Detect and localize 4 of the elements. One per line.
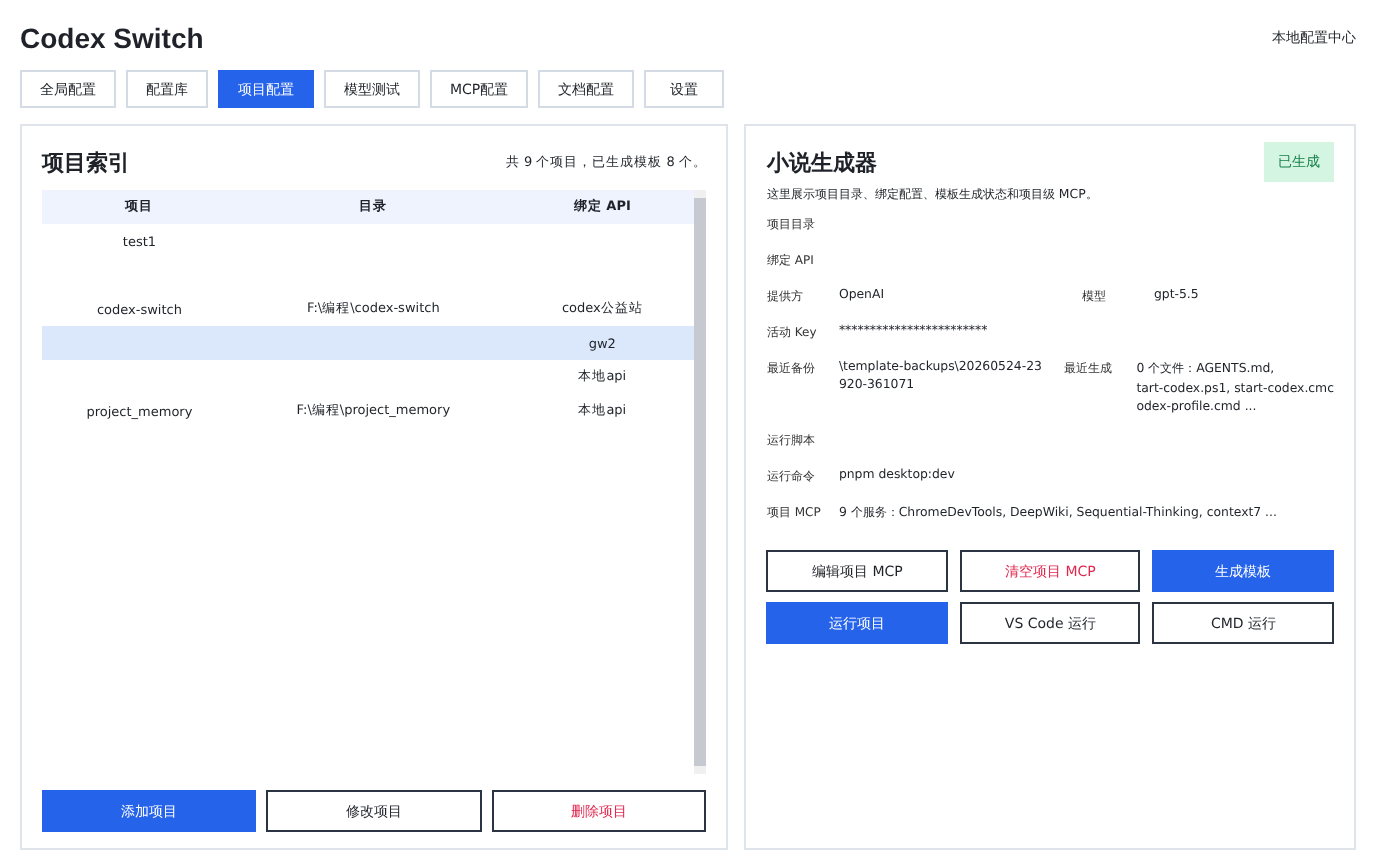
app-title: Codex Switch [20,22,204,54]
scrollbar[interactable] [694,190,707,774]
panel-title: 小说生成器 [766,147,877,177]
panel-title: 项目索引 [42,147,130,177]
